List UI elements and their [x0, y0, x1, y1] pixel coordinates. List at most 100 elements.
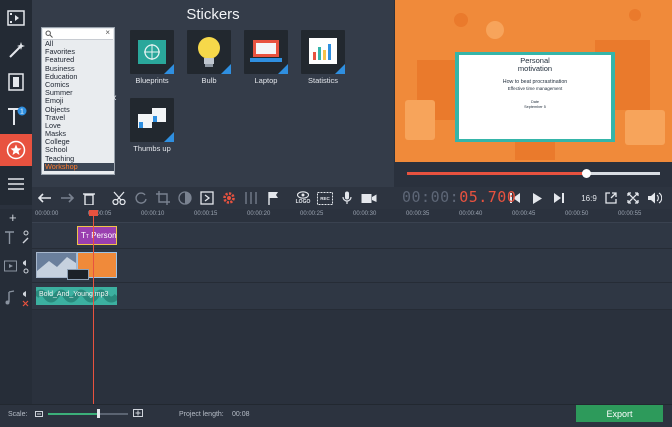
playback-progress[interactable]	[395, 162, 672, 184]
title-track-icon	[5, 230, 29, 244]
film-strip-icon	[8, 73, 24, 91]
next-frame-button[interactable]	[550, 189, 568, 207]
track-headers: +	[0, 209, 32, 404]
sticker-tile[interactable]	[130, 98, 174, 142]
title-clip[interactable]: TT Person	[77, 226, 117, 245]
video-track-icon	[4, 260, 29, 274]
audio-track-header	[4, 289, 30, 312]
zoom-in-icon[interactable]	[133, 409, 143, 418]
audio-track: Bold_And_Young.mp3	[32, 283, 672, 310]
rotate-button[interactable]	[132, 189, 150, 207]
text-title-icon: 1	[8, 106, 27, 125]
volume-button[interactable]	[646, 189, 664, 207]
timecode-display: 00:00:05.700	[402, 188, 516, 206]
progress-handle[interactable]	[582, 169, 592, 178]
sticker-label: Laptop	[254, 76, 278, 85]
statistics-icon	[309, 38, 345, 74]
magic-wand-icon	[9, 42, 25, 58]
sticker-tile[interactable]	[244, 30, 288, 74]
redo-icon	[61, 193, 74, 203]
category-item[interactable]: Workshop	[44, 162, 114, 171]
project-length-label: Project length:	[179, 411, 224, 418]
crop-button[interactable]	[154, 189, 172, 207]
record-audio-button[interactable]	[338, 189, 356, 207]
timeline-ruler[interactable]: 00:00:00 00:00:05 00:00:10 00:00:15 00:00:20…	[32, 209, 672, 223]
more-tools[interactable]	[0, 168, 32, 200]
category-search-input[interactable]: ×	[43, 28, 113, 40]
status-bar: Scale: Project length: 00:08	[0, 404, 672, 427]
undo-button[interactable]	[36, 189, 54, 207]
playhead-handle[interactable]	[89, 210, 98, 216]
ruler-tick-label: 00:00:50	[565, 211, 589, 217]
panel-title: Stickers	[186, 6, 240, 23]
ruler-tick-label: 00:00:00	[35, 211, 59, 217]
play-icon	[533, 192, 542, 204]
logo-button[interactable]: LOGO	[292, 189, 314, 207]
add-track-icon[interactable]: +	[9, 210, 17, 225]
laptop-icon	[250, 40, 288, 74]
clear-search-icon[interactable]: ×	[105, 28, 110, 37]
trash-icon	[83, 192, 95, 205]
cut-button[interactable]	[110, 189, 128, 207]
timecode-dim: 00:00:	[402, 188, 460, 206]
delete-button[interactable]	[80, 189, 98, 207]
filters-tool[interactable]	[0, 34, 32, 66]
record-webcam-button[interactable]	[360, 189, 378, 207]
record-screen-button[interactable]: REC	[316, 189, 334, 207]
audio-clip[interactable]: Bold_And_Young.mp3	[36, 287, 117, 305]
zoom-out-icon[interactable]	[35, 410, 43, 418]
sticker-tile[interactable]	[130, 30, 174, 74]
contrast-icon	[178, 191, 192, 205]
slide-line-1: How to beat procrastination	[502, 79, 568, 85]
category-list: All Favorites Featured Business Education Com…	[44, 39, 114, 171]
title-slide: Personal motivation How to beat procrast…	[455, 52, 615, 142]
logo-label: LOGO	[295, 199, 311, 205]
timecode-active: 05.700	[459, 188, 517, 206]
slide-date-label: Date	[530, 100, 540, 104]
clip-properties-button[interactable]	[220, 189, 238, 207]
scale-slider-handle[interactable]	[97, 409, 100, 418]
sticker-tile[interactable]	[187, 30, 231, 74]
title-clip-label: TT Person	[81, 231, 117, 240]
ruler-tick-label: 00:00:10	[141, 211, 165, 217]
marker-button[interactable]	[264, 189, 282, 207]
sticker-star-icon	[6, 140, 26, 160]
blueprint-icon	[138, 40, 174, 74]
music-note-icon	[5, 290, 29, 307]
lightbulb-icon	[198, 37, 231, 74]
titles-tool[interactable]: 1	[0, 100, 32, 132]
video-track	[32, 249, 672, 283]
redo-button[interactable]	[58, 189, 76, 207]
tool-rail: 1	[0, 0, 32, 205]
thumbs-up-icon	[138, 108, 174, 142]
transition-marker[interactable]	[67, 269, 89, 280]
list-menu-icon	[8, 178, 24, 190]
ruler-tick-label: 00:00:35	[406, 211, 430, 217]
play-button[interactable]	[528, 189, 546, 207]
eye-icon	[297, 191, 309, 199]
ruler-tick-label: 00:00:15	[194, 211, 218, 217]
export-button[interactable]: Export	[576, 405, 663, 422]
color-adjust-button[interactable]	[176, 189, 194, 207]
transitions-tool[interactable]	[0, 66, 32, 98]
svg-text:1: 1	[20, 109, 24, 116]
stickers-tool[interactable]	[0, 134, 32, 166]
ruler-tick-label: 00:00:55	[618, 211, 642, 217]
video-preview: Personal motivation How to beat procrast…	[395, 0, 672, 162]
transition-wizard-button[interactable]	[198, 189, 216, 207]
collapse-panel-button[interactable]: ‹	[113, 92, 121, 112]
ruler-tick-label: 00:00:40	[459, 211, 483, 217]
share-icon	[605, 192, 617, 204]
crop-icon	[156, 191, 170, 205]
video-track-header	[4, 257, 30, 280]
export-frame-button[interactable]	[602, 189, 620, 207]
audio-clip-label: Bold_And_Young.mp3	[39, 291, 109, 298]
sticker-tile[interactable]	[301, 30, 345, 74]
equalizer-button[interactable]	[242, 189, 260, 207]
playhead[interactable]	[93, 214, 94, 404]
import-tool[interactable]	[0, 2, 32, 34]
slide-line-2: Effective time management	[507, 86, 563, 91]
fullscreen-button[interactable]	[624, 189, 642, 207]
aspect-ratio-button[interactable]: 16:9	[578, 189, 600, 207]
progress-fill	[407, 172, 587, 175]
